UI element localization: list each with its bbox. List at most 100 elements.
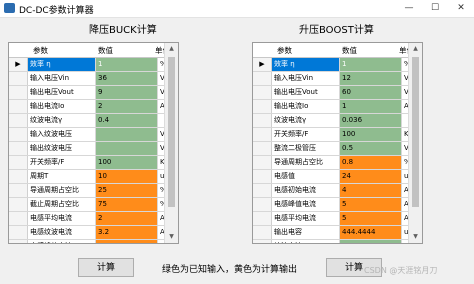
table-row[interactable]: 电感平均电流 5 A [253, 212, 409, 226]
param-value-cell[interactable]: 10 [96, 170, 158, 183]
param-value-cell[interactable]: 9 [96, 86, 158, 99]
table-row[interactable]: 电感纹波电流 3.2 A [9, 226, 165, 240]
row-header[interactable] [9, 240, 28, 243]
boost-scrollbar[interactable]: ▲ ▼ [408, 43, 422, 243]
param-name-cell[interactable]: 效率 η [272, 58, 340, 71]
param-name-cell[interactable]: 输出电压Vout [28, 86, 96, 99]
row-header[interactable] [253, 142, 272, 155]
param-value-cell[interactable]: 100 [96, 156, 158, 169]
row-header[interactable] [9, 184, 28, 197]
row-header[interactable] [253, 212, 272, 225]
scroll-thumb[interactable] [412, 57, 419, 207]
row-header[interactable] [253, 170, 272, 183]
minimize-button[interactable]: — [396, 1, 422, 16]
row-header[interactable] [9, 198, 28, 211]
table-row[interactable]: 纹波电流γ 0.4 [9, 114, 164, 128]
scroll-down-icon[interactable]: ▼ [409, 231, 422, 243]
table-row[interactable]: 输入电压Vin 12 V [253, 72, 409, 86]
scroll-down-icon[interactable]: ▼ [165, 231, 178, 243]
param-value-cell[interactable]: 2.4 [96, 240, 158, 243]
param-name-cell[interactable]: 整流二极管压 [272, 142, 340, 155]
param-value-cell[interactable]: 444.4444 [340, 226, 402, 239]
row-header[interactable] [253, 128, 272, 141]
param-value-cell[interactable]: 0.4 [96, 114, 158, 127]
param-name-cell[interactable]: 开关频率/F [28, 156, 96, 169]
row-header[interactable] [253, 184, 272, 197]
maximize-button[interactable]: ☐ [422, 1, 448, 16]
param-value-cell[interactable]: 1 [340, 58, 402, 71]
row-header[interactable] [9, 72, 28, 85]
param-name-cell[interactable]: 导通周期占空比 [28, 184, 96, 197]
table-row[interactable]: 电感初始电流 4 A [253, 184, 409, 198]
param-name-cell[interactable]: 开关频率/F [272, 128, 340, 141]
param-name-cell[interactable]: 纹波电流γ [272, 114, 340, 127]
row-header[interactable] [9, 156, 28, 169]
param-value-cell[interactable]: 100 [340, 128, 402, 141]
row-header[interactable] [253, 198, 272, 211]
table-row[interactable]: 输出电流Io 1 A [253, 100, 409, 114]
param-name-cell[interactable]: 输入纹波电压 [28, 128, 96, 141]
param-name-cell[interactable]: 输入电压Vin [28, 72, 96, 85]
table-row[interactable]: 开关频率/F 100 K [253, 128, 409, 142]
param-value-cell[interactable]: 0.8 [340, 156, 402, 169]
table-row[interactable]: 输出纹波电压 V [9, 142, 165, 156]
row-header[interactable] [253, 100, 272, 113]
table-row[interactable]: 电感值24uH [253, 170, 414, 184]
param-name-cell[interactable]: 输出电容 [272, 226, 340, 239]
param-value-cell[interactable]: 2 [96, 100, 158, 113]
param-value-cell[interactable]: 75 [96, 198, 158, 211]
table-row[interactable]: 整流二极管压 0.5 V [253, 142, 409, 156]
row-pointer-icon[interactable]: ▶ [253, 58, 272, 71]
param-name-cell[interactable]: 电感初始电流 [272, 184, 340, 197]
param-value-cell[interactable]: 3.2 [96, 226, 158, 239]
row-pointer-icon[interactable]: ▶ [9, 58, 28, 71]
param-value-cell[interactable]: 2 [96, 212, 158, 225]
table-row[interactable]: 输出电压Vout 9 V [9, 86, 165, 100]
row-header[interactable] [9, 114, 28, 127]
param-name-cell[interactable]: 周期T [28, 170, 96, 183]
row-header[interactable] [253, 86, 272, 99]
row-header[interactable] [9, 86, 28, 99]
param-name-cell[interactable]: 纹波电流Ir [272, 240, 340, 243]
table-row[interactable]: 输出电容444.4444uF [253, 226, 412, 240]
param-name-cell[interactable]: 输入电压Vin [272, 72, 340, 85]
param-value-cell[interactable]: 4 [340, 184, 402, 197]
param-name-cell[interactable]: 截止周期占空比 [28, 198, 96, 211]
scroll-up-icon[interactable]: ▲ [165, 43, 178, 55]
param-value-cell[interactable] [96, 142, 158, 155]
table-row[interactable]: 开关频率/F 100 K [9, 156, 165, 170]
table-row[interactable]: 导通周期占空比25% [9, 184, 167, 198]
param-value-cell[interactable]: 24 [340, 170, 402, 183]
table-row[interactable]: 输入纹波电压 V [9, 128, 165, 142]
param-value-cell[interactable]: 25 [96, 184, 158, 197]
row-header[interactable] [253, 226, 272, 239]
row-header[interactable] [9, 128, 28, 141]
table-row[interactable]: 截止周期占空比75% [9, 198, 167, 212]
param-value-cell[interactable] [96, 128, 158, 141]
param-name-cell[interactable]: 效率 η [28, 58, 96, 71]
table-row[interactable]: ▶效率 η1% [9, 58, 167, 72]
param-value-cell[interactable]: 0.3 [340, 240, 402, 243]
param-name-cell[interactable]: 电感平均电流 [28, 212, 96, 225]
boost-table[interactable]: 参数 数值 单位 ▶效率 η1%输入电压Vin12V输出电压Vout60V输出电… [252, 42, 423, 244]
buck-table[interactable]: 参数 数值 单位 ▶效率 η1%输入电压Vin36V输出电压Vout9V输出电流… [8, 42, 179, 244]
table-row[interactable]: 输出电流Io 2 A [9, 100, 165, 114]
row-header[interactable] [9, 226, 28, 239]
table-row[interactable]: 周期T10us [9, 170, 168, 184]
buck-calculate-button[interactable]: 计算 [78, 258, 134, 277]
scroll-thumb[interactable] [168, 57, 175, 207]
param-value-cell[interactable]: 12 [340, 72, 402, 85]
table-row[interactable]: 电感峰值电流 5 A [253, 198, 409, 212]
param-value-cell[interactable]: 1 [96, 58, 158, 71]
scroll-up-icon[interactable]: ▲ [409, 43, 422, 55]
row-header[interactable] [9, 212, 28, 225]
buck-scrollbar[interactable]: ▲ ▼ [164, 43, 178, 243]
param-value-cell[interactable]: 36 [96, 72, 158, 85]
param-value-cell[interactable]: 60 [340, 86, 402, 99]
param-name-cell[interactable]: 电感平均电流 [272, 212, 340, 225]
param-name-cell[interactable]: 电感峰值电流 [28, 240, 96, 243]
row-header[interactable] [253, 240, 272, 243]
param-name-cell[interactable]: 输出电流Io [28, 100, 96, 113]
table-row[interactable]: 纹波电流Ir0.3 [253, 240, 408, 243]
param-value-cell[interactable]: 5 [340, 212, 402, 225]
